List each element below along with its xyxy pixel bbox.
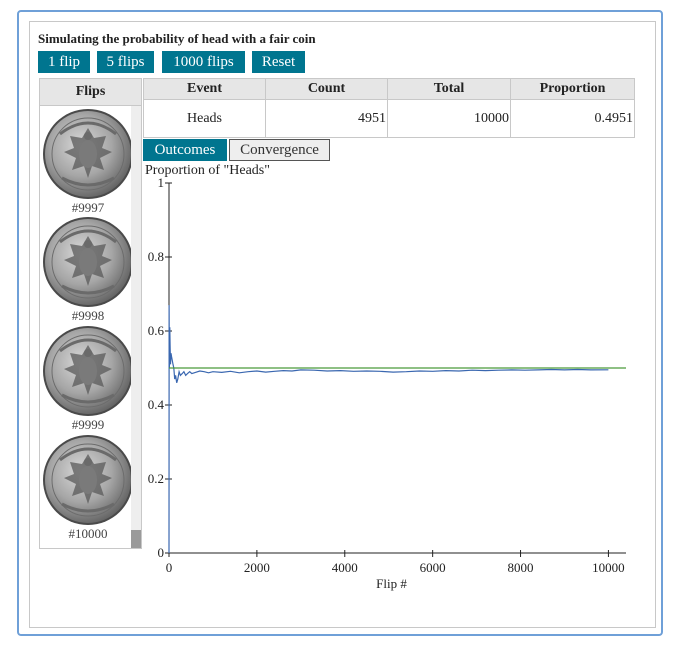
x-tick-label: 2000 bbox=[244, 560, 270, 575]
proportion-series-line bbox=[168, 305, 609, 554]
y-tick-label: 0.2 bbox=[148, 471, 164, 486]
convergence-chart: Proportion of "Heads"00.20.40.60.810 2000… bbox=[145, 163, 626, 591]
x-tick-label: 4000 bbox=[332, 560, 358, 575]
y-tick-label: 0.8 bbox=[148, 249, 164, 264]
x-tick-label: 6000 bbox=[420, 560, 446, 575]
y-tick-label: 1 bbox=[158, 175, 165, 190]
y-tick-label: 0 bbox=[158, 545, 165, 560]
y-tick-label: 0.6 bbox=[148, 323, 165, 338]
x-tick-label: 0 bbox=[166, 560, 173, 575]
x-tick-label: 10000 bbox=[592, 560, 625, 575]
x-tick-label: 8000 bbox=[508, 560, 534, 575]
y-tick-label: 0.4 bbox=[148, 397, 165, 412]
x-axis-label: Flip # bbox=[376, 576, 407, 591]
